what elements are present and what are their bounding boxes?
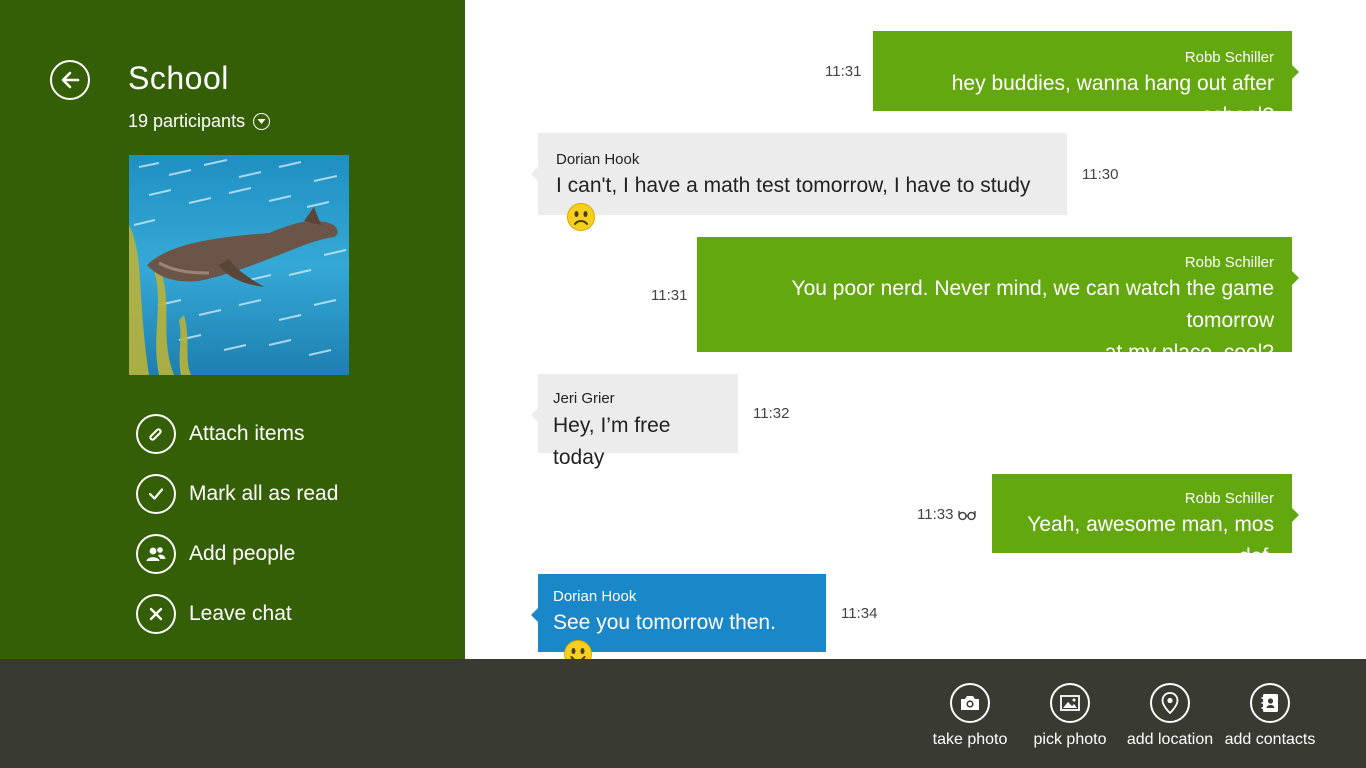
leave-chat-label: Leave chat	[189, 602, 292, 625]
pick-photo-button[interactable]: pick photo	[1020, 683, 1120, 749]
message-time: 11:32	[753, 405, 790, 422]
participants-count: 19 participants	[128, 111, 246, 131]
location-pin-icon	[1150, 683, 1190, 723]
message-text: hey buddies, wanna hang out after school…	[951, 72, 1274, 127]
message-sender: Robb Schiller	[1184, 254, 1274, 271]
message-bubble-incoming[interactable]: Dorian Hook I can't, I have a math test …	[531, 133, 1067, 231]
message-text-line-1: You poor nerd. Never mind, we can watch …	[791, 277, 1275, 332]
message-text: Yeah, awesome man, mos def.	[1027, 513, 1274, 568]
message-sender: Jeri Grier	[553, 390, 615, 407]
message-bubble-incoming[interactable]: Jeri Grier Hey, I’m free today	[531, 374, 738, 469]
message-time: 11:31	[825, 63, 862, 80]
paperclip-icon	[136, 414, 176, 454]
message-sender: Dorian Hook	[553, 588, 637, 605]
back-button[interactable]	[50, 60, 90, 100]
message-text: I can't, I have a math test tomorrow, I …	[556, 174, 1031, 197]
message-sender: Robb Schiller	[1184, 49, 1274, 66]
message-time: 11:33	[917, 506, 954, 523]
leave-chat-button[interactable]: Leave chat	[136, 594, 338, 634]
message-sender: Dorian Hook	[556, 151, 640, 168]
picture-icon	[1050, 683, 1090, 723]
back-arrow-icon	[61, 71, 80, 89]
add-contacts-label: add contacts	[1224, 731, 1316, 748]
message-text-line-2: at my place, cool?	[1104, 341, 1274, 364]
group-photo	[129, 155, 349, 375]
message-bubble-incoming-selected[interactable]: Dorian Hook See you tomorrow then.	[531, 574, 826, 668]
message-time: 11:34	[841, 605, 878, 622]
message-text: Hey, I’m free today	[553, 414, 671, 469]
take-photo-label: take photo	[932, 731, 1008, 748]
sad-emoji-icon	[566, 202, 596, 242]
close-icon	[136, 594, 176, 634]
message-time: 11:30	[1082, 166, 1119, 183]
message-bubble-outgoing[interactable]: Robb Schiller hey buddies, wanna hang ou…	[873, 31, 1299, 127]
message-bubble-outgoing[interactable]: Robb Schiller You poor nerd. Never mind,…	[697, 237, 1299, 364]
chevron-down-icon	[253, 113, 271, 130]
add-location-label: add location	[1126, 731, 1214, 748]
mark-all-read-button[interactable]: Mark all as read	[136, 474, 338, 514]
camera-icon	[950, 683, 990, 723]
take-photo-button[interactable]: take photo	[920, 683, 1020, 749]
message-sender: Robb Schiller	[1184, 490, 1274, 507]
message-bubble-outgoing[interactable]: Robb Schiller Yeah, awesome man, mos def…	[992, 474, 1299, 568]
chat-title: School	[128, 60, 229, 96]
add-people-label: Add people	[189, 542, 296, 565]
participants-dropdown[interactable]: 19 participants	[128, 111, 271, 132]
people-icon	[136, 534, 176, 574]
add-contacts-button[interactable]: add contacts	[1220, 683, 1320, 749]
bottom-app-bar: take photo pick photo add location add c…	[0, 659, 1366, 768]
checkmark-icon	[136, 474, 176, 514]
add-people-button[interactable]: Add people	[136, 534, 338, 574]
attach-items-label: Attach items	[189, 422, 305, 445]
pick-photo-label: pick photo	[1033, 731, 1107, 748]
message-time: 11:31	[651, 287, 688, 304]
chat-details-panel: School 19 participants Attach items Mark…	[0, 0, 465, 659]
mark-all-read-label: Mark all as read	[189, 482, 339, 505]
attach-items-button[interactable]: Attach items	[136, 414, 338, 454]
contacts-icon	[1250, 683, 1290, 723]
message-text: See you tomorrow then.	[553, 611, 776, 634]
message-thread[interactable]: 11:31 Robb Schiller hey buddies, wanna h…	[465, 0, 1366, 668]
add-location-button[interactable]: add location	[1120, 683, 1220, 749]
actions-list: Attach items Mark all as read Add people…	[136, 414, 338, 654]
glasses-icon	[958, 508, 976, 526]
